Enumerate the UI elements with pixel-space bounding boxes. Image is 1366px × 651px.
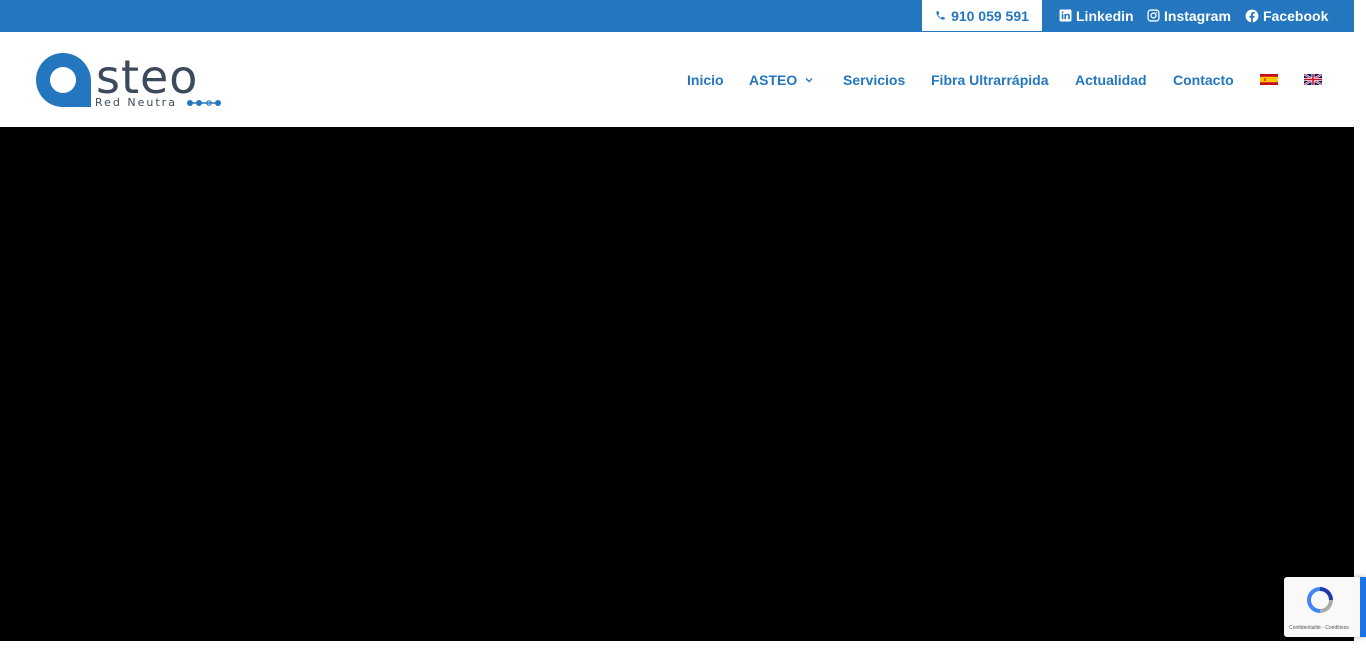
asteo-logo[interactable]: steo Red Neutra xyxy=(34,50,224,110)
chevron-down-icon[interactable] xyxy=(803,74,815,86)
nav-contacto[interactable]: Contacto xyxy=(1173,72,1234,88)
facebook-label: Facebook xyxy=(1263,7,1329,24)
english-flag-icon[interactable] xyxy=(1304,74,1322,85)
nav-servicios[interactable]: Servicios xyxy=(843,72,905,88)
logo-tagline: Red Neutra xyxy=(95,96,177,109)
recaptcha-terms[interactable]: Confidentialité - Conditions xyxy=(1284,625,1354,631)
phone-link[interactable]: 910 059 591 xyxy=(922,0,1042,31)
linkedin-link[interactable]: Linkedin xyxy=(1059,0,1134,31)
hero-video[interactable] xyxy=(0,127,1354,641)
recaptcha-icon xyxy=(1307,587,1333,613)
facebook-icon xyxy=(1245,9,1259,22)
phone-number: 910 059 591 xyxy=(951,7,1029,24)
facebook-link[interactable]: Facebook xyxy=(1245,0,1328,31)
nav-inicio[interactable]: Inicio xyxy=(687,72,724,88)
recaptcha-badge[interactable]: Confidentialité - Conditions xyxy=(1284,577,1366,637)
nav-fibra[interactable]: Fibra Ultrarrápida xyxy=(931,72,1048,88)
asteo-logo-image: steo Red Neutra xyxy=(36,50,221,109)
linkedin-icon xyxy=(1059,9,1072,22)
recaptcha-edge xyxy=(1360,577,1366,637)
phone-icon xyxy=(936,11,945,20)
instagram-link[interactable]: Instagram xyxy=(1147,0,1231,31)
linkedin-label: Linkedin xyxy=(1076,7,1134,24)
nav-actualidad[interactable]: Actualidad xyxy=(1075,72,1147,88)
instagram-label: Instagram xyxy=(1164,7,1231,24)
spanish-flag-icon[interactable] xyxy=(1260,74,1278,85)
instagram-icon xyxy=(1147,9,1160,22)
nav-asteo[interactable]: ASTEO xyxy=(749,72,797,88)
